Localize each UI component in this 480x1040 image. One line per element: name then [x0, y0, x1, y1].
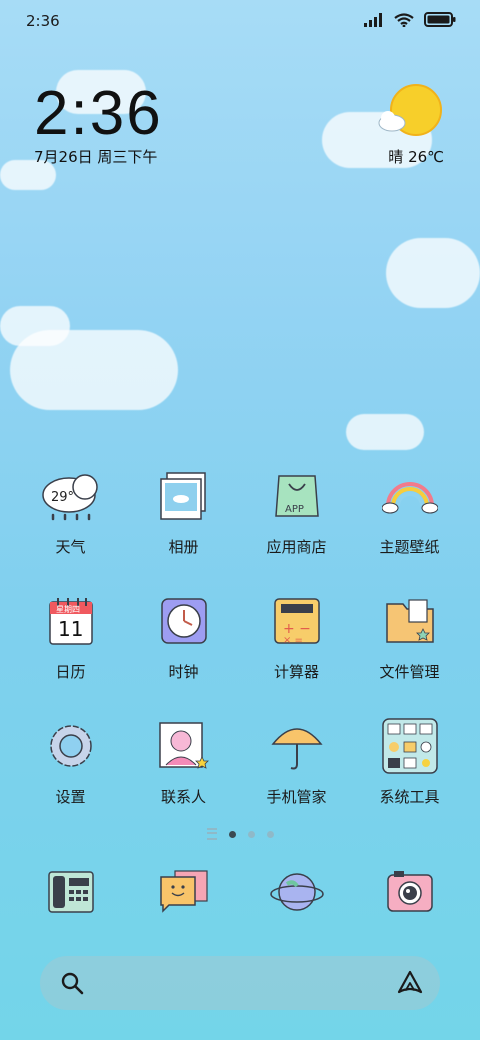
app-label: 系统工具: [379, 788, 440, 806]
rainbow-icon: [380, 466, 440, 526]
calendar-weekday: 星期四: [56, 605, 80, 614]
wifi-icon: [394, 12, 414, 27]
app-app-store[interactable]: APP 应用商店: [240, 466, 353, 557]
dock-camera[interactable]: [353, 862, 466, 922]
app-label: 日历: [55, 663, 86, 681]
dock-phone[interactable]: [14, 862, 127, 922]
weather-condition: 晴: [388, 148, 404, 166]
folder-icon: [380, 591, 440, 651]
tools-folder-icon: [380, 716, 440, 776]
app-system-tools[interactable]: 系统工具: [353, 716, 466, 807]
assistant-icon[interactable]: [396, 969, 424, 997]
app-label: 文件管理: [379, 663, 440, 681]
app-label: 设置: [55, 788, 86, 806]
app-label: 应用商店: [266, 538, 327, 556]
app-label: 计算器: [273, 663, 319, 681]
gear-icon: [41, 716, 101, 776]
gallery-icon: [154, 466, 214, 526]
weather-text[interactable]: 晴 26℃: [388, 146, 444, 167]
app-clock[interactable]: 时钟: [127, 591, 240, 682]
dock-browser[interactable]: [240, 862, 353, 922]
browser-planet-icon: [267, 862, 327, 922]
app-grid: 29° 天气 相册 APP 应用商店 主题壁纸 星期四 11 日历 时钟 + −…: [14, 466, 466, 807]
cloud-decoration: [10, 330, 178, 410]
page-dot-active[interactable]: [228, 830, 236, 838]
calendar-day: 11: [58, 617, 83, 641]
weather-icon: 29°: [41, 466, 101, 526]
weather-app-temperature: 29°: [51, 490, 74, 505]
app-themes[interactable]: 主题壁纸: [353, 466, 466, 557]
status-icons: [364, 12, 456, 27]
sun-cloud-icon: [378, 84, 442, 136]
page-list-icon[interactable]: [206, 828, 217, 840]
cloud-decoration: [386, 238, 480, 308]
app-label: 时钟: [168, 663, 199, 681]
app-contacts[interactable]: 联系人: [127, 716, 240, 807]
battery-icon: [424, 12, 456, 27]
app-calculator[interactable]: + − × = 计算器: [240, 591, 353, 682]
app-label: 主题壁纸: [379, 538, 440, 556]
app-label: 天气: [55, 538, 86, 556]
app-phone-manager[interactable]: 手机管家: [240, 716, 353, 807]
contacts-icon: [154, 716, 214, 776]
app-store-icon: APP: [267, 466, 327, 526]
page-dot[interactable]: [247, 830, 255, 838]
search-icon[interactable]: [60, 971, 84, 995]
dock-messages[interactable]: [127, 862, 240, 922]
calculator-icon: + − × =: [267, 591, 327, 651]
app-calendar[interactable]: 星期四 11 日历: [14, 591, 127, 682]
camera-icon: [380, 862, 440, 922]
umbrella-icon: [267, 716, 327, 776]
app-label: 手机管家: [266, 788, 327, 806]
svg-text:× =: × =: [283, 635, 303, 645]
status-bar: 2:36: [0, 0, 480, 44]
app-label: 相册: [168, 538, 199, 556]
cloud-decoration: [346, 414, 424, 450]
dock: [14, 862, 466, 922]
app-store-badge: APP: [285, 504, 304, 515]
app-label: 联系人: [160, 788, 206, 806]
page-indicator[interactable]: [0, 828, 480, 840]
messages-icon: [154, 862, 214, 922]
app-file-manager[interactable]: 文件管理: [353, 591, 466, 682]
clock-widget-time[interactable]: 2:36: [34, 78, 163, 149]
clock-widget-date[interactable]: 7月26日 周三下午: [34, 146, 157, 167]
status-time: 2:36: [26, 12, 60, 30]
app-weather[interactable]: 29° 天气: [14, 466, 127, 557]
calendar-icon: 星期四 11: [41, 591, 101, 651]
app-settings[interactable]: 设置: [14, 716, 127, 807]
weather-temperature: 26℃: [408, 148, 444, 166]
clock-icon: [154, 591, 214, 651]
phone-icon: [41, 862, 101, 922]
signal-icon: [364, 12, 382, 27]
page-dot[interactable]: [266, 830, 274, 838]
search-bar[interactable]: [40, 956, 440, 1010]
app-gallery[interactable]: 相册: [127, 466, 240, 557]
